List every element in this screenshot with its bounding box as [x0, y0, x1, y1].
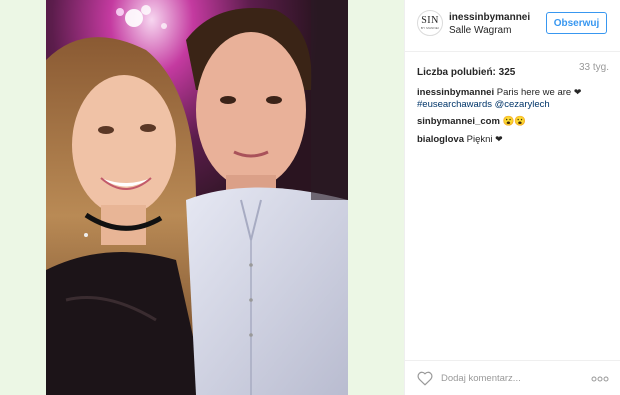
comment-text: Paris here we are — [494, 87, 574, 98]
likes-count[interactable]: Liczba polubień: 325 — [417, 67, 515, 78]
more-options-icon[interactable] — [591, 376, 609, 382]
post-username[interactable]: inessinbymannei — [449, 12, 530, 23]
comment-author[interactable]: bialoglova — [417, 134, 464, 145]
avatar[interactable]: SIN BY MANNEI — [417, 10, 443, 36]
comment-author[interactable]: inessinbymannei — [417, 87, 494, 98]
comment-item: bialoglova Piękni ❤ — [417, 133, 609, 146]
comment-input[interactable] — [441, 370, 581, 386]
heart-emoji-icon: ❤ — [573, 87, 582, 97]
avatar-monogram: SIN — [421, 15, 439, 26]
post-footer — [405, 360, 620, 395]
avatar-subtext: BY MANNEI — [420, 26, 440, 30]
post-header: SIN BY MANNEI inessinbymannei Salle Wagr… — [405, 0, 620, 52]
comment-item: inessinbymannei Paris here we are ❤ #eus… — [417, 86, 609, 111]
comment-text: 😮😮 — [499, 116, 527, 127]
post-side-panel: SIN BY MANNEI inessinbymannei Salle Wagr… — [404, 0, 620, 395]
post-stats: Liczba polubień: 325 33 tyg. — [417, 62, 609, 78]
heart-outline-icon[interactable] — [417, 371, 433, 386]
comment-text: Piękni — [463, 134, 496, 145]
post-time[interactable]: 33 tyg. — [579, 62, 609, 73]
comment-author[interactable]: sinbymannei_com — [417, 116, 500, 127]
heart-emoji-icon: ❤ — [495, 134, 503, 144]
comment-tags[interactable]: #eusearchawards @cezarylech — [417, 99, 550, 110]
post-photo-image — [46, 0, 348, 395]
post-photo[interactable] — [46, 0, 348, 395]
comment-item: sinbymannei_com 😮😮 — [417, 116, 609, 128]
follow-button[interactable]: Obserwuj — [546, 12, 607, 34]
comments-list: inessinbymannei Paris here we are ❤ #eus… — [417, 86, 609, 151]
post-location[interactable]: Salle Wagram — [449, 25, 511, 36]
